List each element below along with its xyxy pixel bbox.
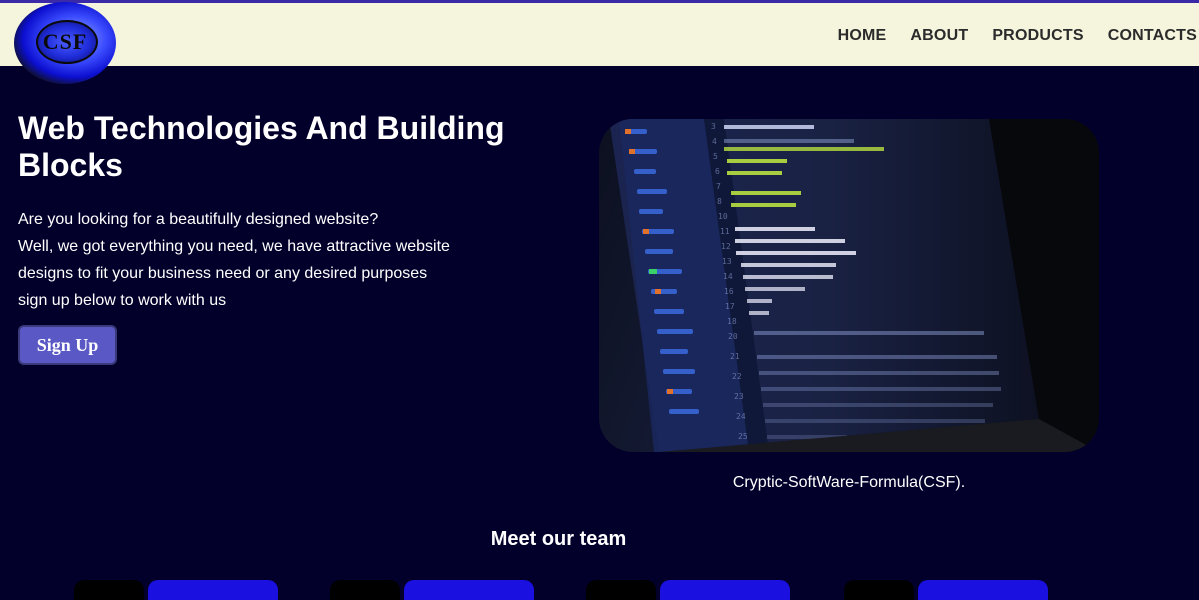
hero-title: Web Technologies And Building Blocks [18, 110, 505, 183]
team-card-panel [148, 580, 278, 600]
hero-line: Well, we got everything you need, we hav… [18, 238, 450, 255]
svg-text:7: 7 [716, 182, 721, 191]
hero-line: sign up below to work with us [18, 292, 227, 309]
svg-text:21: 21 [730, 352, 740, 361]
image-caption: Cryptic-SoftWare-Formula(CSF). [732, 474, 966, 491]
logo-text: CSF [42, 29, 88, 54]
csf-logo[interactable]: CSF [14, 2, 116, 84]
hero-description: Are you looking for a beautifully design… [18, 206, 488, 314]
team-section-title: Meet our team [490, 528, 627, 550]
code-editor-illustration: 3 4 5 6 7 8 10 11 12 13 14 16 17 18 20 21 22 23 24 25 [609, 119, 1099, 452]
team-avatar [586, 580, 656, 600]
team-member-card[interactable] [844, 580, 1048, 600]
svg-text:24: 24 [736, 412, 746, 421]
svg-text:18: 18 [727, 317, 737, 326]
nav-products-link[interactable]: PRODUCTS [992, 27, 1083, 45]
svg-text:8: 8 [717, 197, 722, 206]
svg-text:17: 17 [725, 302, 735, 311]
svg-text:3: 3 [711, 122, 716, 131]
svg-text:13: 13 [722, 257, 732, 266]
nav-home-link[interactable]: HOME [838, 27, 887, 45]
nav-contacts-link[interactable]: CONTACTS [1108, 27, 1197, 45]
signup-button[interactable]: Sign Up [18, 325, 117, 365]
top-navbar: HOME ABOUT PRODUCTS CONTACTS [0, 0, 1199, 66]
team-member-card[interactable] [74, 580, 278, 600]
svg-text:5: 5 [713, 152, 718, 161]
nav-about-link[interactable]: ABOUT [910, 27, 968, 45]
hero-line: designs to fit your business need or any… [18, 265, 428, 282]
svg-text:11: 11 [720, 227, 730, 236]
team-avatar [844, 580, 914, 600]
hero-line: Are you looking for a beautifully design… [18, 211, 379, 228]
team-avatar [74, 580, 144, 600]
team-avatar [330, 580, 400, 600]
svg-text:25: 25 [738, 432, 748, 441]
team-card-panel [404, 580, 534, 600]
code-screen-image: 3 4 5 6 7 8 10 11 12 13 14 16 17 18 20 21 22 23 24 25 [599, 119, 1099, 452]
svg-text:22: 22 [732, 372, 742, 381]
svg-text:6: 6 [715, 167, 720, 176]
svg-text:23: 23 [734, 392, 744, 401]
team-card-panel [660, 580, 790, 600]
svg-text:10: 10 [718, 212, 728, 221]
team-member-card[interactable] [330, 580, 534, 600]
main-nav: HOME ABOUT PRODUCTS CONTACTS [814, 3, 1199, 69]
svg-text:12: 12 [721, 242, 731, 251]
svg-text:20: 20 [728, 332, 738, 341]
team-member-card[interactable] [586, 580, 790, 600]
team-card-panel [918, 580, 1048, 600]
svg-text:16: 16 [724, 287, 734, 296]
svg-text:4: 4 [712, 137, 717, 146]
svg-text:14: 14 [723, 272, 733, 281]
